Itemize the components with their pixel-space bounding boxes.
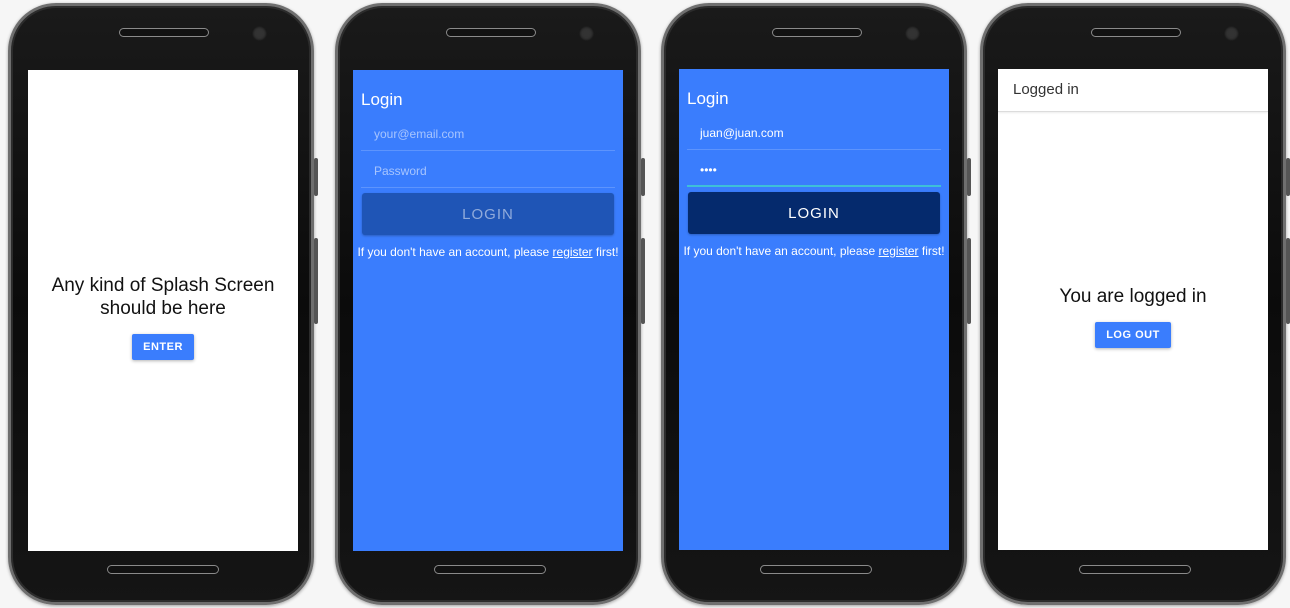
side-button [641, 238, 645, 324]
side-button [967, 158, 971, 196]
enter-button[interactable]: ENTER [132, 334, 194, 360]
register-suffix-text: first! [592, 245, 619, 259]
app-header: Logged in [998, 69, 1268, 112]
home-bar [107, 565, 219, 574]
login-title: Login [687, 89, 729, 108]
email-input[interactable] [698, 116, 932, 150]
register-prefix-text: If you don't have an account, please [357, 245, 553, 259]
login-screen-empty: Login LOGIN If you don't have an account… [353, 70, 623, 551]
home-bar [1079, 565, 1191, 574]
register-suffix-text: first! [918, 244, 945, 258]
password-field-container [361, 154, 615, 188]
login-title: Login [361, 90, 403, 109]
side-button [314, 238, 318, 324]
front-camera [252, 26, 267, 41]
password-field-container [687, 153, 941, 187]
home-bar [434, 565, 546, 574]
email-field-container [687, 116, 941, 150]
register-link[interactable]: register [553, 245, 593, 259]
speaker-grille [772, 28, 862, 37]
phone-splash: Any kind of Splash Screen should be here… [8, 3, 318, 605]
side-button [1286, 158, 1290, 196]
logout-button[interactable]: LOG OUT [1095, 322, 1171, 348]
phone-login-empty: Login LOGIN If you don't have an account… [335, 3, 645, 605]
front-camera [1224, 26, 1239, 41]
register-prefix-text: If you don't have an account, please [683, 244, 879, 258]
login-screen-filled: Login LOGIN If you don't have an account… [679, 69, 949, 550]
logged-in-message: You are logged in [1059, 286, 1207, 307]
speaker-grille [1091, 28, 1181, 37]
side-button [641, 158, 645, 196]
register-link[interactable]: register [879, 244, 919, 258]
email-field-container [361, 117, 615, 151]
splash-screen: Any kind of Splash Screen should be here… [28, 70, 298, 551]
email-input[interactable] [372, 117, 606, 151]
speaker-grille [446, 28, 536, 37]
splash-message: Any kind of Splash Screen should be here [51, 275, 275, 319]
speaker-grille [119, 28, 209, 37]
side-button [967, 238, 971, 324]
password-input[interactable] [372, 154, 606, 188]
front-camera [579, 26, 594, 41]
phone-login-filled: Login LOGIN If you don't have an account… [661, 3, 971, 605]
register-prompt: If you don't have an account, please reg… [353, 245, 623, 259]
side-button [1286, 238, 1290, 324]
header-title: Logged in [1013, 81, 1079, 98]
login-button[interactable]: LOGIN [688, 192, 940, 234]
home-bar [760, 565, 872, 574]
register-prompt: If you don't have an account, please reg… [679, 244, 949, 258]
logged-in-screen: Logged in You are logged in LOG OUT [998, 69, 1268, 550]
password-input[interactable] [698, 153, 932, 187]
front-camera [905, 26, 920, 41]
login-button[interactable]: LOGIN [362, 193, 614, 235]
phone-logged-in: Logged in You are logged in LOG OUT [980, 3, 1290, 605]
side-button [314, 158, 318, 196]
